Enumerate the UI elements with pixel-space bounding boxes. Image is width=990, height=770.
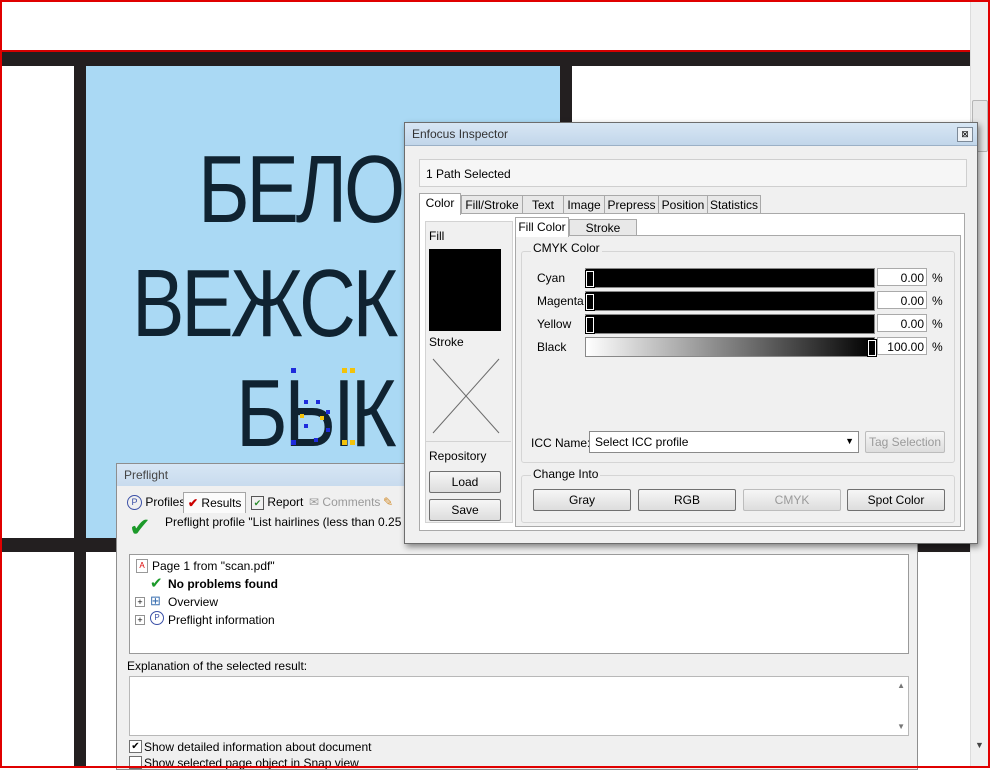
results-tab-label: Results	[201, 496, 242, 510]
tree-page-item[interactable]: Page 1 from "scan.pdf"	[152, 559, 275, 573]
tag-selection-button[interactable]: Tag Selection	[865, 431, 945, 453]
rgb-button[interactable]: RGB	[638, 489, 736, 511]
tab-results[interactable]: ✔ Results	[183, 492, 247, 513]
pdf-file-icon: A	[136, 559, 148, 573]
comments-icon: ✉	[309, 495, 320, 509]
load-button[interactable]: Load	[429, 471, 501, 493]
results-icon: ✔	[188, 496, 199, 510]
tree-no-problems-item[interactable]: No problems found	[168, 577, 278, 591]
black-slider-thumb[interactable]	[867, 339, 877, 357]
cyan-value[interactable]: 0.00	[877, 268, 927, 286]
cyan-label: Cyan	[537, 271, 566, 285]
cmyk-group-label: CMYK Color	[531, 241, 602, 255]
detailed-info-checkbox[interactable]: ✔	[129, 740, 142, 753]
scroll-down-arrow-icon[interactable]: ▼	[897, 722, 905, 731]
yellow-slider[interactable]	[585, 314, 875, 334]
chevron-down-icon: ▼	[845, 436, 854, 446]
scroll-up-arrow-icon[interactable]: ▲	[897, 681, 905, 690]
cyan-slider[interactable]	[585, 268, 875, 288]
tab-image[interactable]: Image	[563, 195, 605, 214]
stroke-none-swatch[interactable]	[431, 357, 501, 435]
tree-preflight-info-item[interactable]: Preflight information	[168, 613, 275, 627]
divider	[425, 441, 511, 442]
tab-position[interactable]: Position	[658, 195, 708, 214]
gray-button[interactable]: Gray	[533, 489, 631, 511]
profile-info-icon: P	[150, 611, 164, 625]
yellow-value[interactable]: 0.00	[877, 314, 927, 332]
artwork-line-1: БЕЛО	[198, 136, 405, 243]
preflight-profile-line: Preflight profile "List hairlines (less …	[165, 515, 433, 529]
cyan-slider-thumb[interactable]	[585, 270, 595, 288]
yellow-slider-thumb[interactable]	[585, 316, 595, 334]
scroll-down-arrow-icon[interactable]: ▼	[975, 740, 984, 750]
magenta-unit: %	[932, 294, 943, 308]
explanation-textarea[interactable]: ▲ ▼	[129, 676, 909, 736]
save-button[interactable]: Save	[429, 499, 501, 521]
document-border-top	[2, 52, 970, 66]
tab-prepress[interactable]: Prepress	[604, 195, 659, 214]
tab-text[interactable]: Text	[522, 195, 564, 214]
spot-color-button[interactable]: Spot Color	[847, 489, 945, 511]
tab-color[interactable]: Color	[419, 193, 461, 215]
pencil-icon[interactable]: ✎	[383, 492, 393, 512]
magenta-slider[interactable]	[585, 291, 875, 311]
path-selection-handles[interactable]	[286, 366, 366, 448]
cyan-unit: %	[932, 271, 943, 285]
icc-profile-select[interactable]: Select ICC profile ▼	[589, 431, 859, 453]
selection-status: 1 Path Selected	[419, 159, 967, 187]
expand-icon[interactable]: +	[135, 615, 145, 625]
enfocus-inspector-window: Enfocus Inspector ⊠ 1 Path Selected Colo…	[404, 122, 978, 544]
black-label: Black	[537, 340, 567, 354]
fill-color-swatch[interactable]	[429, 249, 501, 331]
fill-label: Fill	[429, 229, 445, 243]
tab-stroke-color[interactable]: Stroke Color	[569, 219, 637, 251]
inspector-title-bar[interactable]: Enfocus Inspector ⊠	[405, 123, 977, 146]
tab-fill-stroke[interactable]: Fill/Stroke	[461, 195, 523, 214]
change-into-label: Change Into	[531, 467, 601, 481]
snap-view-checkbox[interactable]	[129, 756, 142, 769]
document-border-left	[74, 52, 86, 768]
preflight-title: Preflight	[124, 468, 169, 482]
selection-status-text: 1 Path Selected	[426, 167, 511, 181]
profiles-tab-label: Profiles	[145, 495, 186, 509]
inspector-title: Enfocus Inspector	[412, 127, 509, 141]
comments-tab-label: Comments	[322, 495, 381, 509]
profiles-icon: P	[127, 495, 142, 511]
black-unit: %	[932, 340, 943, 354]
yellow-unit: %	[932, 317, 943, 331]
black-value[interactable]: 100.00	[877, 337, 927, 355]
report-tab-label: Report	[267, 495, 304, 509]
detailed-info-label: Show detailed information about document	[144, 740, 372, 754]
hierarchy-icon: ⊞	[150, 593, 161, 608]
magenta-value[interactable]: 0.00	[877, 291, 927, 309]
tab-statistics[interactable]: Statistics	[707, 195, 761, 214]
close-icon[interactable]: ⊠	[957, 127, 973, 142]
tree-overview-item[interactable]: Overview	[168, 595, 218, 609]
check-icon: ✔	[150, 575, 163, 592]
tab-report[interactable]: ✔ Report	[251, 492, 303, 512]
magenta-label: Magenta	[537, 294, 584, 308]
check-icon: ✔	[129, 512, 151, 542]
tab-fill-color[interactable]: Fill Color	[515, 217, 569, 237]
repository-label: Repository	[429, 449, 487, 463]
icc-profile-value: Select ICC profile	[595, 435, 689, 449]
tab-comments[interactable]: ✉ Comments	[309, 492, 380, 512]
black-slider[interactable]	[585, 337, 875, 357]
yellow-label: Yellow	[537, 317, 572, 331]
explanation-label: Explanation of the selected result:	[127, 659, 308, 673]
stroke-label: Stroke	[429, 335, 464, 349]
expand-icon[interactable]: +	[135, 597, 145, 607]
artwork-line-2: ВЕЖСК	[132, 250, 398, 357]
tab-profiles[interactable]: P Profiles	[127, 492, 185, 512]
icc-name-label: ICC Name:	[531, 436, 591, 450]
cmyk-button[interactable]: CMYK	[743, 489, 841, 511]
results-tree[interactable]: A Page 1 from "scan.pdf" ✔ No problems f…	[129, 554, 909, 654]
report-icon: ✔	[251, 496, 264, 510]
magenta-slider-thumb[interactable]	[585, 293, 595, 311]
